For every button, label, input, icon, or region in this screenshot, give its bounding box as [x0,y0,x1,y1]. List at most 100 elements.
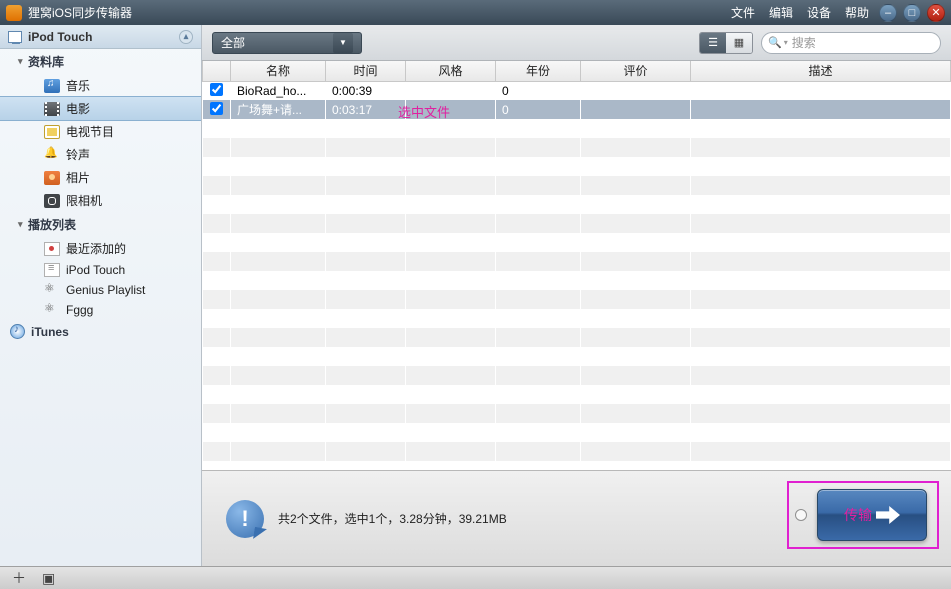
status-text: 共2个文件，选中1个，3.28分钟，39.21MB [278,510,507,527]
bell-icon [44,148,60,162]
movie-icon [44,102,60,116]
col-name[interactable]: 名称 [231,61,326,81]
cell-year: 0 [496,81,581,100]
annotation-label: 选中文件 [398,102,450,121]
table-row [203,195,951,214]
col-check[interactable] [203,61,231,81]
sidebar-item-label: 最近添加的 [66,240,126,257]
sidebar-item-music[interactable]: 音乐 [0,74,201,97]
chevron-down-icon: ▾ [784,38,788,47]
table-row [203,119,951,138]
tree-group[interactable]: 播放列表 [0,212,201,237]
collapse-icon[interactable]: ▴ [179,30,193,44]
table-row [203,176,951,195]
photo-icon [44,171,60,185]
sidebar-item-label: 音乐 [66,77,90,94]
sidebar-device-header[interactable]: iPod Touch ▴ [0,25,201,49]
table-row [203,157,951,176]
filter-dropdown[interactable]: 全部 ▼ [212,32,362,54]
table-row [203,271,951,290]
table-row [203,214,951,233]
col-style[interactable]: 风格 [406,61,496,81]
transfer-highlight: 传输 [787,481,939,549]
camera-icon [44,194,60,208]
info-icon: ! [226,500,264,538]
device-icon [8,31,22,43]
menu-file[interactable]: 文件 [731,4,755,21]
device-name: iPod Touch [28,30,92,44]
transfer-radio[interactable] [795,509,807,521]
music-icon [44,79,60,93]
sidebar-item-camera[interactable]: 限相机 [0,189,201,212]
bottom-bar: ＋ ▣ [0,566,951,589]
table-row [203,423,951,442]
sidebar-itunes[interactable]: iTunes [0,320,201,343]
genius-icon [44,303,60,317]
sidebar-item-bell[interactable]: 铃声 [0,143,201,166]
maximize-button[interactable]: □ [903,4,921,22]
itunes-icon [10,324,25,339]
tree-group[interactable]: 资料库 [0,49,201,74]
window-buttons: – □ ✕ [879,4,945,22]
row-checkbox[interactable] [210,102,223,115]
col-year[interactable]: 年份 [496,61,581,81]
search-icon: 🔍 [768,36,782,49]
add-button[interactable]: ＋ [12,568,26,588]
table-row [203,385,951,404]
sidebar-item-label: 电影 [66,100,90,117]
sidebar-item-label: Genius Playlist [66,283,145,297]
transfer-button[interactable]: 传输 [817,489,927,541]
cell-name: 广场舞+请... [231,100,326,119]
table-row[interactable]: 广场舞+请...0:03:170 [203,100,951,119]
tv-icon [44,125,60,139]
close-button[interactable]: ✕ [927,4,945,22]
table-row [203,138,951,157]
status-bar: ! 共2个文件，选中1个，3.28分钟，39.21MB 传输 [202,470,951,566]
app-icon [6,5,22,21]
view-list-button[interactable]: ☰ [700,33,726,53]
sidebar-item-pl2[interactable]: iPod Touch [0,260,201,280]
pl-icon [44,242,60,256]
toolbar: 全部 ▼ ☰ ▦ 🔍 ▾ 搜索 [202,25,951,61]
table-row [203,309,951,328]
sidebar-item-genius[interactable]: Genius Playlist [0,280,201,300]
menu-help[interactable]: 帮助 [845,4,869,21]
view-grid-button[interactable]: ▦ [726,33,752,53]
chevron-down-icon: ▼ [333,33,353,53]
cell-rating [581,81,691,100]
cell-name: BioRad_ho... [231,81,326,100]
sidebar-item-label: iPod Touch [66,263,125,277]
menu-device[interactable]: 设备 [807,4,831,21]
cell-desc [691,81,951,100]
content-area: 全部 ▼ ☰ ▦ 🔍 ▾ 搜索 名称 时间 [202,25,951,566]
col-time[interactable]: 时间 [326,61,406,81]
sidebar-item-label: 相片 [66,169,90,186]
minimize-button[interactable]: – [879,4,897,22]
table-header-row: 名称 时间 风格 年份 评价 描述 [203,61,951,81]
sidebar-item-genius[interactable]: Fggg [0,300,201,320]
sidebar-item-tv[interactable]: 电视节目 [0,120,201,143]
table-row[interactable]: BioRad_ho...0:00:390 [203,81,951,100]
view-toggle: ☰ ▦ [699,32,753,54]
menu-edit[interactable]: 编辑 [769,4,793,21]
sidebar-item-movie[interactable]: 电影 [0,97,201,120]
sidebar-item-pl[interactable]: 最近添加的 [0,237,201,260]
table-row [203,404,951,423]
col-desc[interactable]: 描述 [691,61,951,81]
search-input[interactable]: 🔍 ▾ 搜索 [761,32,941,54]
itunes-label: iTunes [31,325,69,339]
table-row [203,328,951,347]
cell-year: 0 [496,100,581,119]
cell-desc [691,100,951,119]
row-checkbox[interactable] [210,83,223,96]
table-row [203,290,951,309]
menu-bar: 文件 编辑 设备 帮助 [731,4,869,21]
expand-button[interactable]: ▣ [42,570,55,587]
cell-rating [581,100,691,119]
sidebar-tree: 资料库音乐电影电视节目铃声相片限相机播放列表最近添加的 iPod Touch Gen… [0,49,201,566]
table-row [203,366,951,385]
col-rating[interactable]: 评价 [581,61,691,81]
pl2-icon [44,263,60,277]
title-bar: 狸窝iOS同步传输器 文件 编辑 设备 帮助 – □ ✕ [0,0,951,25]
sidebar-item-photo[interactable]: 相片 [0,166,201,189]
